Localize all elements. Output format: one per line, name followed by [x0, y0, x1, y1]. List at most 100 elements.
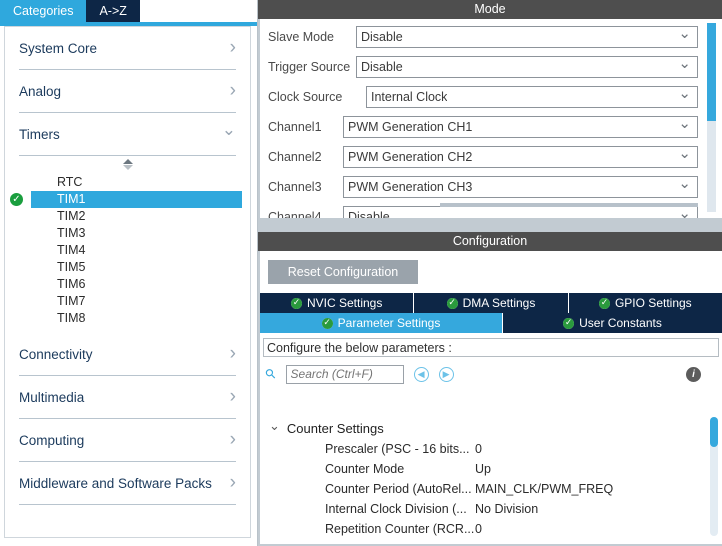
parameter-value: 0 — [475, 522, 482, 536]
peripheral-item-tim3[interactable]: TIM3 — [31, 225, 242, 242]
select-value: PWM Generation CH3 — [348, 179, 473, 194]
chevron-down-icon — [222, 124, 236, 144]
chevron-right-icon — [230, 80, 236, 102]
list-scroll-indicator[interactable] — [5, 156, 250, 172]
peripheral-item-rtc[interactable]: RTC — [31, 174, 242, 191]
peripheral-label: TIM8 — [57, 311, 86, 325]
chevron-right-icon — [230, 343, 236, 365]
peripheral-label: TIM7 — [57, 294, 86, 308]
tab-categories[interactable]: Categories — [0, 0, 87, 22]
parameter-name: Prescaler (PSC - 16 bits... — [325, 442, 470, 456]
tab-dma-settings[interactable]: DMA Settings — [414, 293, 569, 313]
check-circle-icon — [446, 297, 458, 309]
category-label: Connectivity — [19, 346, 93, 362]
chevron-down-icon: ⌄ — [269, 418, 280, 433]
navigate-previous-icon[interactable]: ◀ — [413, 366, 429, 382]
peripheral-item-tim6[interactable]: TIM6 — [31, 276, 242, 293]
channel4-select[interactable]: Disable — [343, 205, 698, 219]
cubemx-window: Categories A->Z System Core Analog Timer… — [0, 0, 722, 546]
check-circle-icon — [290, 297, 302, 309]
mode-row-clock-source: Clock Source Internal Clock — [260, 84, 722, 109]
mode-row-trigger-source: Trigger Source Disable — [260, 54, 722, 79]
check-circle-icon — [598, 297, 610, 309]
category-multimedia[interactable]: Multimedia — [19, 376, 236, 419]
chevron-down-icon — [678, 28, 691, 46]
mode-label: Clock Source — [268, 89, 343, 104]
configuration-panel: Configuration Reset Configuration NVIC S… — [258, 232, 722, 546]
search-icon: ⚲ — [261, 364, 280, 383]
check-circle-icon — [563, 317, 575, 329]
channel3-select[interactable]: PWM Generation CH3 — [343, 175, 698, 198]
category-middleware-and-software-packs[interactable]: Middleware and Software Packs — [19, 462, 236, 505]
parameter-row-counter-mode[interactable]: Counter Mode Up — [263, 459, 719, 479]
chevron-right-icon — [230, 37, 236, 59]
channel2-select[interactable]: PWM Generation CH2 — [343, 145, 698, 168]
select-value: PWM Generation CH2 — [348, 149, 473, 164]
slave-mode-select[interactable]: Disable — [356, 25, 698, 48]
category-label: Computing — [19, 432, 85, 448]
peripheral-label: RTC — [57, 175, 83, 189]
parameter-value: MAIN_CLK/PWM_FREQ — [475, 482, 614, 496]
parameter-value: 0 — [475, 442, 482, 456]
parameters-scrollbar-thumb[interactable] — [710, 417, 718, 447]
category-label: Middleware and Software Packs — [19, 475, 212, 491]
mode-label: Channel3 — [268, 179, 322, 194]
parameter-row-counter-period[interactable]: Counter Period (AutoRel... MAIN_CLK/PWM_… — [263, 479, 719, 499]
search-input[interactable] — [285, 364, 404, 384]
mode-body: Slave Mode Disable Trigger Source Disabl… — [260, 19, 722, 218]
peripheral-item-tim2[interactable]: TIM2 — [31, 208, 242, 225]
parameter-row-auto-reload-preload[interactable]: auto-reload preload Disable — [263, 539, 719, 540]
navigate-next-icon[interactable]: ▶ — [438, 366, 454, 382]
tab-nvic-settings[interactable]: NVIC Settings — [260, 293, 415, 313]
trigger-source-select[interactable]: Disable — [356, 55, 698, 78]
peripheral-item-tim1[interactable]: ✓ TIM1 — [9, 191, 242, 208]
category-computing[interactable]: Computing — [19, 419, 236, 462]
category-system-core[interactable]: System Core — [19, 27, 236, 70]
mode-panel: Mode Slave Mode Disable Trigger Source D… — [258, 0, 722, 228]
parameter-row-internal-clock-division[interactable]: Internal Clock Division (... No Division — [263, 499, 719, 519]
tab-a-to-z[interactable]: A->Z — [86, 0, 140, 22]
peripheral-item-tim5[interactable]: TIM5 — [31, 259, 242, 276]
mode-row-channel3: Channel3 PWM Generation CH3 — [260, 174, 722, 199]
parameters-list: ⌄ Counter Settings Prescaler (PSC - 16 b… — [263, 418, 719, 540]
reset-configuration-button[interactable]: Reset Configuration — [268, 260, 418, 284]
select-value: Disable — [348, 209, 390, 219]
channel1-select[interactable]: PWM Generation CH1 — [343, 115, 698, 138]
group-label: Counter Settings — [286, 421, 384, 436]
peripheral-label: TIM1 — [57, 192, 86, 206]
tab-label: GPIO Settings — [614, 296, 692, 310]
peripheral-label: TIM6 — [57, 277, 86, 291]
parameter-row-prescaler[interactable]: Prescaler (PSC - 16 bits... 0 — [263, 439, 719, 459]
tab-label: NVIC Settings — [306, 296, 383, 310]
parameter-group-counter-settings[interactable]: ⌄ Counter Settings — [263, 418, 719, 439]
clock-source-select[interactable]: Internal Clock — [366, 85, 698, 108]
peripheral-item-tim7[interactable]: TIM7 — [31, 293, 242, 310]
category-timers[interactable]: Timers — [19, 113, 236, 156]
configure-parameters-note: Configure the below parameters : — [263, 338, 719, 357]
tab-gpio-settings[interactable]: GPIO Settings — [568, 293, 722, 313]
mode-vertical-scrollbar-thumb[interactable] — [707, 23, 716, 121]
category-label: System Core — [19, 40, 98, 56]
select-value: Disable — [361, 29, 403, 44]
chevron-down-icon — [678, 88, 691, 106]
peripheral-item-tim4[interactable]: TIM4 — [31, 242, 242, 259]
tab-user-constants[interactable]: User Constants — [503, 313, 722, 333]
category-connectivity[interactable]: Connectivity — [19, 333, 236, 376]
configuration-header: Configuration — [258, 232, 722, 251]
chevron-down-icon — [678, 208, 691, 219]
parameter-name: Counter Mode — [325, 462, 405, 476]
info-icon[interactable]: i — [686, 366, 701, 382]
mode-label: Trigger Source — [268, 59, 351, 74]
peripheral-item-tim8[interactable]: TIM8 — [31, 310, 242, 327]
category-analog[interactable]: Analog — [19, 70, 236, 113]
parameter-value: No Division — [475, 502, 539, 516]
tab-parameter-settings[interactable]: Parameter Settings — [260, 313, 503, 333]
checkmark-icon: ✓ — [9, 192, 24, 207]
mode-horizontal-scrollbar[interactable] — [440, 203, 698, 207]
category-label: Multimedia — [19, 389, 85, 405]
configuration-body: Reset Configuration NVIC Settings DMA Se… — [260, 251, 722, 544]
category-label: Timers — [19, 126, 60, 142]
peripheral-label: TIM4 — [57, 243, 86, 257]
parameter-row-repetition-counter[interactable]: Repetition Counter (RCR... 0 — [263, 519, 719, 539]
select-value: Disable — [361, 59, 403, 74]
